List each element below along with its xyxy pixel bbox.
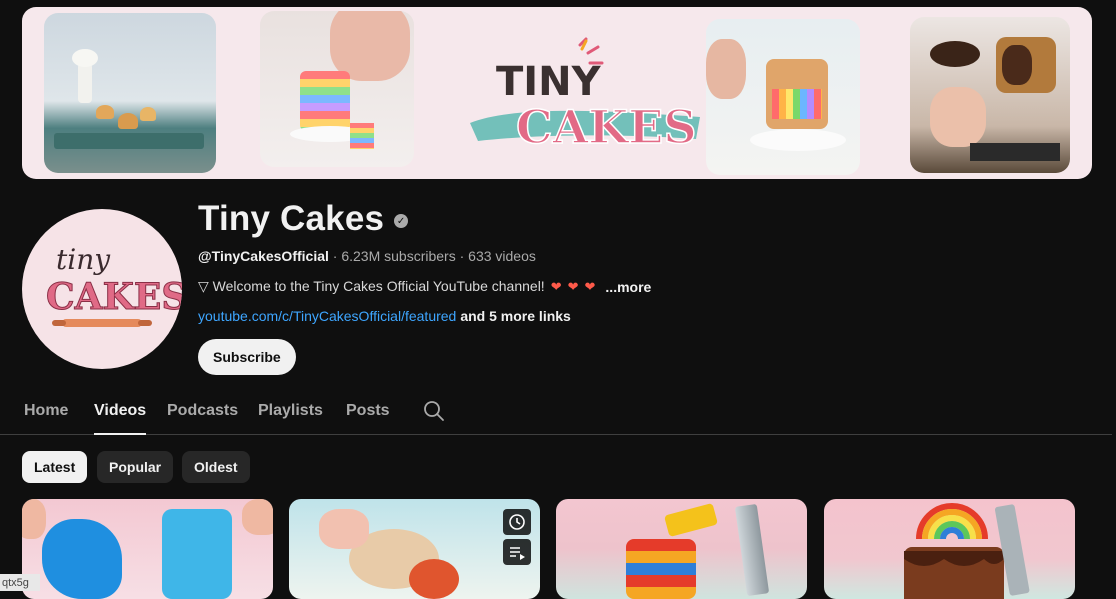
banner-photo-cupcakes: [44, 13, 216, 173]
page-edge: [1092, 0, 1116, 180]
tab-playlists[interactable]: Playlists: [258, 402, 323, 433]
filter-latest[interactable]: Latest: [22, 451, 88, 483]
thumbnail-art: [242, 499, 273, 535]
tab-posts[interactable]: Posts: [346, 402, 390, 433]
tab-home[interactable]: Home: [24, 402, 68, 433]
add-to-queue-icon[interactable]: [503, 539, 531, 565]
subscribe-button[interactable]: Subscribe: [198, 339, 296, 375]
banner-photo-rainbow-cake: [260, 11, 414, 167]
thumbnail-art: [22, 499, 46, 539]
video-thumbnail[interactable]: [556, 499, 807, 599]
avatar-logo-line1: tiny: [56, 243, 111, 276]
video-thumbnail[interactable]: [22, 499, 273, 599]
thumbnail-art: [734, 503, 770, 597]
thumbnail-art: [42, 519, 122, 599]
thumbnail-art: [409, 559, 459, 599]
watermark-label: qtx5g: [0, 574, 40, 591]
filter-oldest[interactable]: Oldest: [182, 451, 250, 483]
channel-handle[interactable]: @TinyCakesOfficial: [198, 248, 329, 264]
banner-photo-chocolate: [910, 17, 1070, 173]
heart-icon: ❤: [550, 278, 562, 294]
banner-wordmark-line2: CAKES: [516, 100, 697, 154]
channel-meta: @TinyCakesOfficial · 6.23M subscribers ·…: [198, 248, 536, 264]
search-icon[interactable]: [423, 400, 445, 422]
thumbnail-art: [626, 539, 696, 599]
avatar-logo-line2: CAKES: [46, 276, 182, 318]
channel-description[interactable]: ▽ Welcome to the Tiny Cakes Official You…: [198, 278, 651, 295]
channel-links: youtube.com/c/TinyCakesOfficial/featured…: [198, 308, 571, 324]
channel-title: Tiny Cakes ✓: [198, 199, 409, 239]
verified-check-icon: ✓: [394, 214, 409, 228]
tab-podcasts[interactable]: Podcasts: [167, 402, 238, 433]
video-thumbnail[interactable]: [289, 499, 540, 599]
more-links[interactable]: and 5 more links: [460, 308, 570, 324]
channel-tabs: Home Videos Podcasts Playlists Posts: [0, 390, 1112, 435]
heart-icon: ❤: [567, 278, 579, 294]
thumbnail-art: [664, 502, 718, 538]
tab-videos[interactable]: Videos: [94, 402, 147, 435]
channel-banner: TINY CAKES: [22, 7, 1092, 179]
channel-link[interactable]: youtube.com/c/TinyCakesOfficial/featured: [198, 308, 456, 324]
channel-stats: · 6.23M subscribers · 633 videos: [328, 248, 536, 264]
filter-popular[interactable]: Popular: [97, 451, 174, 483]
banner-wordmark: TINY CAKES: [470, 37, 700, 155]
heart-icon: ❤: [584, 278, 596, 294]
avatar-logo: tiny CAKES: [46, 243, 182, 327]
banner-photo-toast: [706, 19, 860, 175]
banner-wordmark-line1: TINY: [496, 59, 602, 105]
thumbnail-art: [162, 509, 232, 599]
channel-avatar[interactable]: tiny CAKES: [22, 209, 182, 369]
description-more-link[interactable]: ...more: [605, 279, 651, 295]
channel-name: Tiny Cakes: [198, 199, 385, 238]
thumbnail-art: [904, 503, 1030, 599]
thumbnail-art: [319, 509, 369, 549]
watch-later-icon[interactable]: [503, 509, 531, 535]
video-thumbnail[interactable]: [824, 499, 1075, 599]
description-text: ▽ Welcome to the Tiny Cakes Official You…: [198, 278, 545, 294]
